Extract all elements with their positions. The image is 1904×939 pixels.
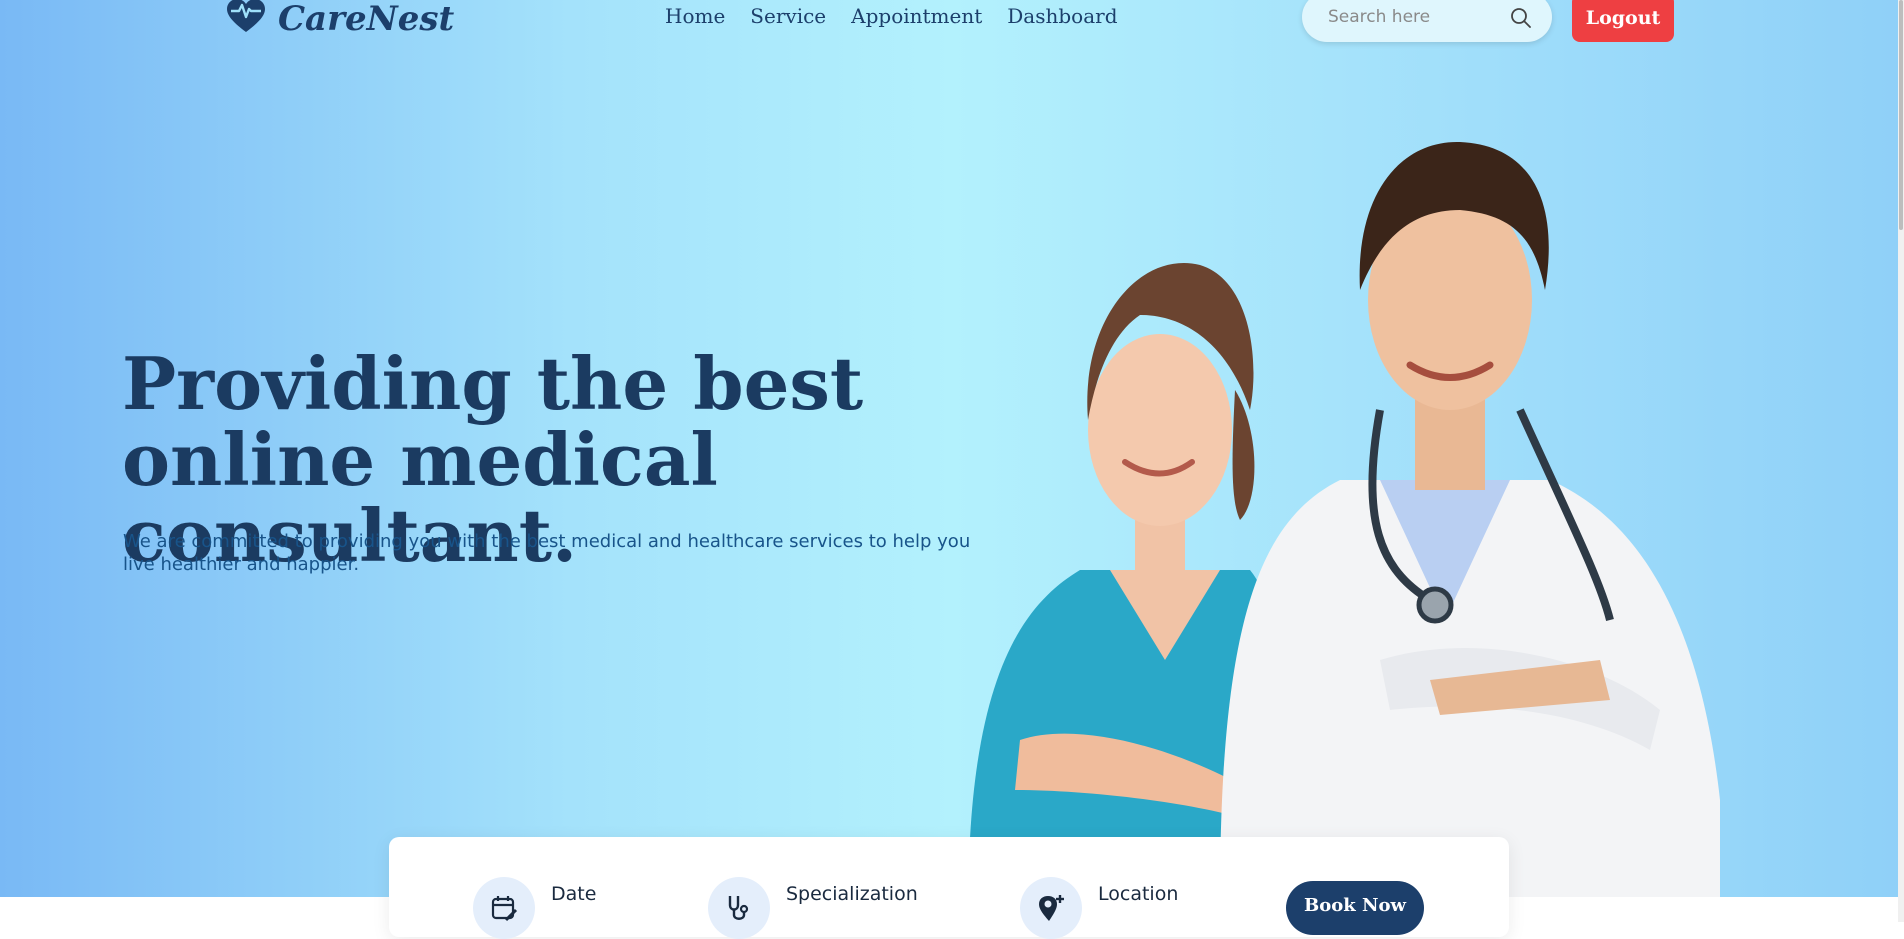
scrollbar-track[interactable] bbox=[1898, 0, 1904, 922]
location-pin-plus-icon bbox=[1020, 877, 1082, 939]
booking-location[interactable]: Location bbox=[1020, 877, 1178, 939]
search-icon[interactable] bbox=[1510, 7, 1532, 33]
booking-date-label: Date bbox=[551, 883, 597, 905]
search-input[interactable] bbox=[1326, 6, 1500, 28]
main-nav: Home Service Appointment Dashboard bbox=[665, 4, 1118, 28]
search-box bbox=[1302, 0, 1552, 42]
logout-button[interactable]: Logout bbox=[1572, 0, 1674, 42]
booking-location-label: Location bbox=[1098, 883, 1179, 905]
nav-home[interactable]: Home bbox=[665, 4, 725, 28]
calendar-edit-icon bbox=[473, 877, 535, 939]
nav-appointment[interactable]: Appointment bbox=[851, 4, 982, 28]
doctors-image bbox=[970, 141, 1720, 897]
heart-pulse-icon bbox=[226, 0, 266, 38]
booking-specialization[interactable]: Specialization bbox=[708, 877, 918, 939]
nav-dashboard[interactable]: Dashboard bbox=[1007, 4, 1117, 28]
scrollbar-thumb[interactable] bbox=[1899, 0, 1903, 230]
booking-date[interactable]: Date bbox=[473, 877, 596, 939]
booking-specialization-label: Specialization bbox=[786, 883, 918, 905]
hero-section: CareNest Home Service Appointment Dashbo… bbox=[0, 0, 1904, 897]
brand-logo[interactable]: CareNest bbox=[226, 0, 455, 39]
booking-bar: Date Specialization Location Book Now bbox=[389, 837, 1509, 939]
brand-name: CareNest bbox=[278, 0, 455, 39]
hero-subtitle: We are committed to providing you with t… bbox=[123, 531, 971, 575]
male-doctor-illustration bbox=[1220, 141, 1720, 897]
book-now-button[interactable]: Book Now bbox=[1286, 881, 1424, 935]
nav-service[interactable]: Service bbox=[750, 4, 826, 28]
stethoscope-icon bbox=[708, 877, 770, 939]
